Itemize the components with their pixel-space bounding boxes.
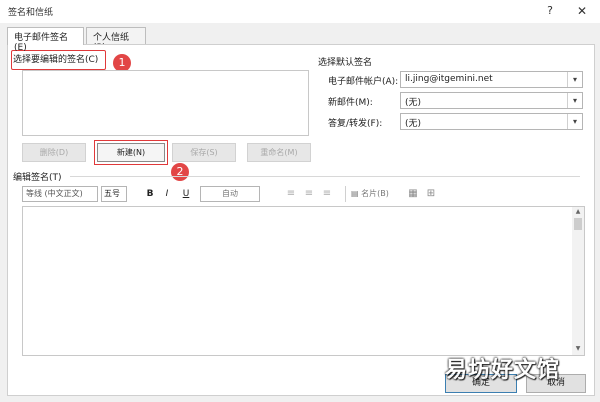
scroll-down-icon[interactable]: ▼ (572, 344, 584, 354)
email-account-label: 电子邮件帐户(A): (328, 77, 399, 87)
toolbar-separator (345, 186, 346, 202)
signature-editor[interactable] (22, 206, 585, 356)
help-button[interactable]: ? (540, 1, 560, 21)
underline-button[interactable]: U (179, 186, 193, 202)
italic-button[interactable]: I (160, 186, 174, 202)
align-center-icon[interactable]: ≡ (302, 186, 316, 202)
chevron-down-icon[interactable]: ▾ (567, 72, 582, 87)
insert-picture-icon[interactable]: ▦ (406, 186, 420, 202)
align-left-icon[interactable]: ≡ (284, 186, 298, 202)
chevron-down-icon[interactable]: ▾ (567, 114, 582, 129)
delete-button[interactable]: 删除(D) (22, 143, 86, 162)
email-account-select[interactable]: li.jing@itgemini.net ▾ (400, 71, 583, 88)
bold-button[interactable]: B (143, 186, 157, 202)
watermark: 易坊好文馆 (445, 358, 561, 383)
font-color-select[interactable]: 自动 (200, 186, 260, 202)
rename-button[interactable]: 重命名(M) (247, 143, 311, 162)
reply-forward-select[interactable]: (无) ▾ (400, 113, 583, 130)
font-family-select[interactable]: 等线 (中文正文) (22, 186, 98, 202)
close-button[interactable]: ✕ (570, 1, 594, 21)
font-size-select[interactable]: 五号 (101, 186, 127, 202)
tab-personal-stationery[interactable]: 个人信纸(P) (86, 27, 146, 53)
chevron-down-icon[interactable]: ▾ (567, 93, 582, 108)
email-account-value: li.jing@itgemini.net (405, 74, 493, 84)
reply-forward-value: (无) (405, 119, 422, 129)
annotation-highlight-select (11, 50, 106, 70)
section-divider (70, 176, 580, 177)
hyperlink-icon[interactable]: ⊞ (424, 186, 438, 202)
reply-forward-label: 答复/转发(F): (328, 119, 383, 129)
default-signature-heading: 选择默认签名 (318, 58, 373, 68)
align-right-icon[interactable]: ≡ (320, 186, 334, 202)
annotation-highlight-new (94, 140, 168, 165)
signature-list[interactable] (22, 70, 309, 136)
business-card-label: 名片(B) (361, 189, 389, 198)
scroll-thumb[interactable] (574, 218, 582, 230)
save-button[interactable]: 保存(S) (172, 143, 236, 162)
business-card-icon: ▤ (351, 189, 359, 198)
window-title: 签名和信纸 (8, 8, 54, 18)
annotation-badge-2: 2 (171, 163, 189, 181)
new-message-value: (无) (405, 98, 422, 108)
tab-email-signature[interactable]: 电子邮件签名(E) (7, 27, 84, 53)
scroll-up-icon[interactable]: ▲ (572, 207, 584, 217)
title-bar (0, 0, 600, 23)
business-card-button[interactable]: ▤ 名片(B) (351, 186, 399, 202)
edit-signature-label: 编辑签名(T) (13, 173, 62, 183)
new-message-label: 新邮件(M): (328, 98, 373, 108)
new-message-select[interactable]: (无) ▾ (400, 92, 583, 109)
